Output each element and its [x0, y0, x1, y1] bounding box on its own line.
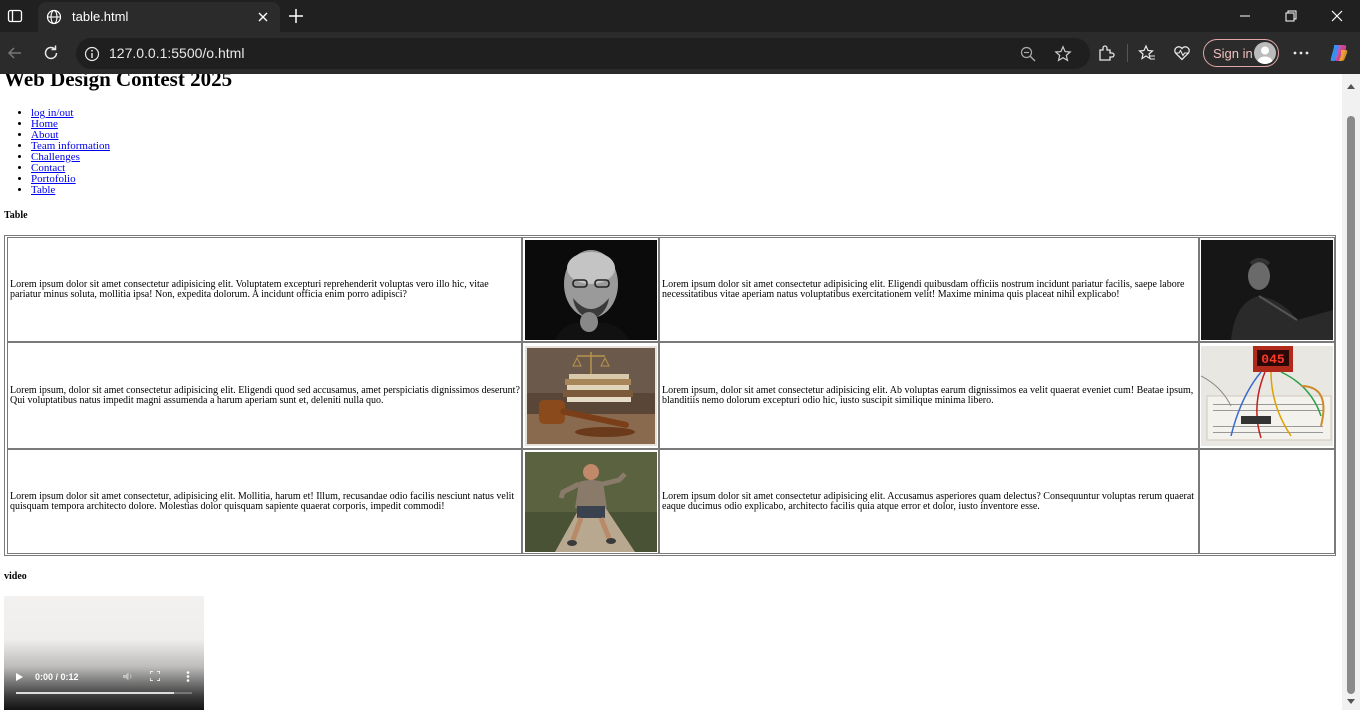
browser-tab-bar: table.html	[0, 0, 1360, 32]
cell-text: Lorem ipsum, dolor sit amet consectetur …	[10, 384, 520, 406]
cell-text: Lorem ipsum dolor sit amet consectetur, …	[10, 490, 515, 512]
video-player[interactable]: 0:00 / 0:12	[4, 596, 204, 710]
table-cell-text: Lorem ipsum dolor sit amet consectetur, …	[7, 449, 522, 554]
page-scrollbar[interactable]	[1342, 74, 1360, 710]
browser-toolbar: 127.0.0.1:5500/o.html Sign in	[0, 32, 1360, 74]
more-options-icon[interactable]	[1292, 44, 1310, 62]
address-bar[interactable]: 127.0.0.1:5500/o.html	[76, 38, 1090, 69]
circuit-breadboard-photo: 045	[1201, 345, 1333, 446]
fullscreen-icon[interactable]	[150, 671, 160, 681]
table-cell-text: Lorem ipsum dolor sit amet consectetur a…	[7, 237, 522, 342]
favorite-star-icon[interactable]	[1054, 45, 1072, 63]
sign-in-button[interactable]: Sign in	[1203, 39, 1279, 67]
restore-icon[interactable]	[1268, 0, 1314, 32]
browser-tab[interactable]: table.html	[38, 2, 280, 32]
video-time: 0:00 / 0:12	[35, 672, 79, 682]
table-heading: Table	[4, 210, 28, 221]
url-text[interactable]: 127.0.0.1:5500/o.html	[109, 45, 244, 61]
video-heading: video	[4, 571, 27, 582]
portrait-photo	[524, 239, 657, 340]
table-cell-image	[522, 237, 659, 342]
table-cell-empty	[1199, 449, 1335, 554]
close-window-icon[interactable]	[1314, 0, 1360, 32]
back-arrow-icon[interactable]	[5, 43, 25, 63]
table-cell-image	[522, 449, 659, 554]
extensions-icon[interactable]	[1097, 44, 1115, 62]
play-icon[interactable]	[16, 673, 23, 681]
copilot-icon[interactable]	[1328, 42, 1350, 64]
browser-essentials-icon[interactable]	[1173, 44, 1191, 62]
volume-icon[interactable]	[123, 672, 133, 681]
globe-icon	[46, 9, 62, 25]
seven-segment-display: 045	[1261, 352, 1285, 367]
scroll-down-arrow-icon[interactable]	[1347, 699, 1355, 704]
profile-avatar-icon	[1254, 42, 1276, 64]
site-info-icon[interactable]	[84, 46, 100, 62]
sign-in-label: Sign in	[1213, 46, 1253, 61]
minimize-icon[interactable]	[1222, 0, 1268, 32]
nav-item: Table	[31, 185, 110, 196]
nav-menu: log in/out Home About Team information C…	[31, 108, 110, 196]
cell-text: Lorem ipsum dolor sit amet consectetur a…	[662, 490, 1195, 512]
scroll-up-arrow-icon[interactable]	[1347, 84, 1355, 89]
cell-text: Lorem ipsum dolor sit amet consectetur a…	[10, 278, 489, 300]
new-tab-icon[interactable]	[286, 6, 306, 26]
close-tab-icon[interactable]	[256, 10, 270, 24]
toolbar-divider	[1127, 44, 1128, 62]
cell-text: Lorem ipsum dolor sit amet consectetur a…	[662, 278, 1185, 300]
profile-photo	[1201, 239, 1333, 340]
table-cell-image	[522, 342, 659, 449]
video-more-icon[interactable]	[186, 671, 190, 682]
page-viewport: Web Design Contest 2025 log in/out Home …	[0, 74, 1342, 710]
zoom-out-icon[interactable]	[1020, 46, 1036, 62]
scrollbar-thumb[interactable]	[1347, 116, 1355, 694]
favorites-icon[interactable]	[1138, 44, 1156, 62]
table-cell-text: Lorem ipsum dolor sit amet consectetur a…	[659, 449, 1199, 554]
cell-text: Lorem ipsum, dolor sit amet consectetur …	[662, 384, 1194, 406]
nav-link-table[interactable]: Table	[31, 184, 55, 196]
gavel-photo	[524, 345, 657, 446]
video-progress-fill	[16, 692, 175, 694]
page-title: Web Design Contest 2025	[4, 74, 233, 91]
table-cell-text: Lorem ipsum, dolor sit amet consectetur …	[7, 342, 522, 449]
table-cell-image	[1199, 237, 1335, 342]
tab-actions-icon[interactable]	[0, 0, 30, 32]
table-cell-text: Lorem ipsum dolor sit amet consectetur a…	[659, 237, 1199, 342]
content-table: Lorem ipsum dolor sit amet consectetur a…	[4, 235, 1336, 556]
table-cell-text: Lorem ipsum, dolor sit amet consectetur …	[659, 342, 1199, 449]
video-progress-bar[interactable]	[16, 692, 192, 694]
table-cell-image: 045	[1199, 342, 1335, 449]
runner-photo	[524, 451, 657, 552]
tab-title: table.html	[72, 9, 129, 24]
refresh-icon[interactable]	[41, 43, 61, 63]
